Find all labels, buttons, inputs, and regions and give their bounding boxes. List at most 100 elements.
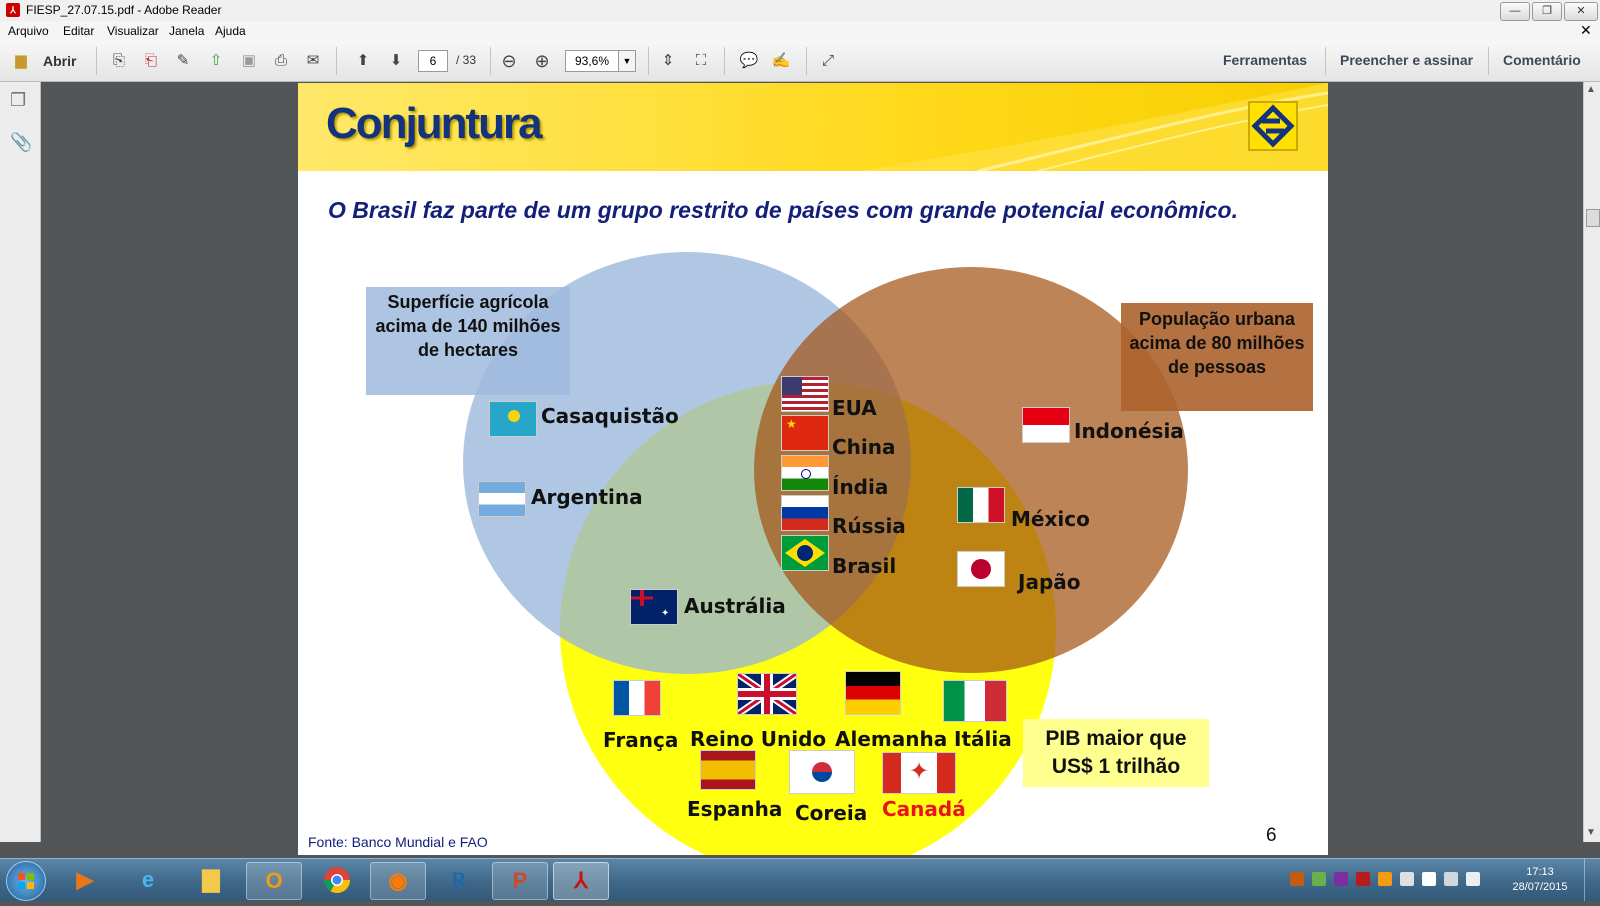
tray-outlook-icon[interactable] [1378, 872, 1392, 886]
full-screen-icon[interactable]: ⤢ [817, 50, 839, 72]
r-language-icon[interactable]: R [432, 862, 486, 898]
flag-germany-icon [846, 672, 900, 714]
fit-width-icon[interactable]: ⇕ [657, 50, 679, 72]
next-page-icon[interactable]: ⬇ [385, 50, 407, 72]
flag-kazakhstan-icon [490, 402, 536, 436]
tray-flag-icon[interactable] [1422, 872, 1436, 886]
country-italy: Itália [954, 727, 1012, 751]
show-desktop-button[interactable] [1584, 859, 1600, 901]
fill-sign-link[interactable]: Preencher e assinar [1340, 52, 1473, 68]
flag-usa-icon [782, 377, 828, 411]
flag-indonesia-icon [1023, 408, 1069, 442]
toolbar-separator [1488, 47, 1489, 75]
menu-janela[interactable]: Janela [169, 24, 204, 38]
firefox-icon[interactable]: ◉ [370, 862, 426, 900]
tray-network-icon[interactable] [1400, 872, 1414, 886]
flag-korea-icon [790, 751, 854, 793]
menu-bar: Arquivo Editar Visualizar Janela Ajuda ✕ [0, 21, 1600, 41]
maximize-button[interactable]: ❐ [1532, 2, 1562, 21]
zoom-dropdown-icon[interactable]: ▼ [618, 50, 636, 72]
outlook-icon[interactable]: O [246, 862, 302, 900]
flag-japan-icon [958, 552, 1004, 586]
attachments-icon[interactable]: 📎 [10, 132, 32, 153]
adobe-reader-taskbar-icon[interactable]: ⅄ [553, 862, 609, 900]
slide-page-number: 6 [1266, 825, 1277, 846]
windows-taskbar: ▶ e ▇ O ◉ R P ⅄ 17:13 28/07/2015 [0, 858, 1600, 901]
start-button-icon[interactable] [6, 861, 46, 901]
tools-link[interactable]: Ferramentas [1223, 52, 1307, 68]
internet-explorer-icon[interactable]: e [121, 862, 175, 898]
open-button[interactable]: Abrir [43, 53, 76, 69]
slide-subtitle: O Brasil faz parte de um grupo restrito … [328, 197, 1238, 223]
flag-china-icon: ★ [782, 416, 828, 450]
menu-arquivo[interactable]: Arquivo [8, 24, 49, 38]
flag-australia-icon: ✦ [631, 590, 677, 624]
chrome-icon[interactable] [310, 862, 364, 898]
flag-france-icon [614, 681, 660, 715]
banco-do-brasil-logo-icon [1248, 101, 1298, 151]
file-explorer-icon[interactable]: ▇ [184, 862, 238, 898]
tray-update-icon[interactable] [1312, 872, 1326, 886]
page-thumbnails-icon[interactable]: ❐ [10, 90, 26, 111]
close-document-icon[interactable]: ✕ [1580, 22, 1592, 39]
slide-title: Conjuntura [326, 99, 543, 148]
powerpoint-icon[interactable]: P [492, 862, 548, 900]
menu-ajuda[interactable]: Ajuda [215, 24, 246, 38]
toolbar-separator [1325, 47, 1326, 75]
country-australia: Austrália [684, 594, 786, 618]
country-indonesia: Indonésia [1074, 419, 1184, 443]
agricultural-label: Superfície agrícola acima de 140 milhões… [366, 287, 570, 395]
country-china: China [832, 435, 896, 459]
save-icon[interactable]: ▣ [238, 50, 260, 72]
tray-adobe-icon[interactable] [1356, 872, 1370, 886]
flag-russia-icon [782, 496, 828, 530]
open-folder-icon[interactable]: ▆ [10, 50, 32, 72]
comment-link[interactable]: Comentário [1503, 52, 1581, 68]
scroll-up-icon[interactable]: ▲ [1586, 84, 1596, 95]
tray-speaker-app-icon[interactable] [1290, 872, 1304, 886]
vertical-scrollbar[interactable]: ▲ ▼ [1583, 82, 1600, 842]
toolbar-separator [806, 47, 807, 75]
close-button[interactable]: ✕ [1564, 2, 1598, 21]
country-kazakhstan: Casaquistão [541, 404, 679, 428]
media-player-icon[interactable]: ▶ [58, 862, 112, 898]
flag-mexico-icon [958, 488, 1004, 522]
email-icon[interactable]: ✉ [302, 50, 324, 72]
scroll-down-icon[interactable]: ▼ [1586, 827, 1596, 838]
zoom-level-input[interactable]: 93,6% [565, 50, 619, 72]
previous-page-icon[interactable]: ⬆ [352, 50, 374, 72]
menu-visualizar[interactable]: Visualizar [107, 24, 159, 38]
clock-time: 17:13 [1526, 866, 1554, 878]
fit-page-icon[interactable]: ⛶ [690, 50, 712, 72]
page-number-input[interactable]: 6 [418, 50, 448, 72]
system-clock[interactable]: 17:13 28/07/2015 [1508, 865, 1572, 895]
zoom-in-icon[interactable]: ⊕ [531, 50, 553, 72]
country-uk: Reino Unido [690, 727, 827, 751]
urban-population-label: População urbana acima de 80 milhões de … [1121, 303, 1313, 411]
print-icon[interactable]: ⎙ [270, 50, 292, 72]
export-pdf-icon[interactable]: ⎗ [140, 50, 162, 72]
window-title-bar: ⅄ FIESP_27.07.15.pdf - Adobe Reader — ❐ … [0, 0, 1600, 22]
country-argentina: Argentina [531, 485, 643, 509]
tray-display-icon[interactable] [1444, 872, 1458, 886]
tray-volume-icon[interactable] [1466, 872, 1480, 886]
flag-argentina-icon [479, 482, 525, 516]
toolbar-separator [336, 47, 337, 75]
highlight-icon[interactable]: ✍ [770, 50, 792, 72]
edit-icon[interactable]: ✎ [172, 50, 194, 72]
scroll-thumb[interactable] [1586, 209, 1600, 227]
minimize-button[interactable]: — [1500, 2, 1530, 21]
pdf-page: Conjuntura O Brasil faz parte de um grup… [298, 83, 1328, 855]
gdp-label: PIB maior que US$ 1 trilhão [1023, 719, 1209, 787]
create-pdf-icon[interactable]: ⎘ [108, 50, 130, 72]
menu-editar[interactable]: Editar [63, 24, 94, 38]
toolbar-separator [96, 47, 97, 75]
tray-onenote-icon[interactable] [1334, 872, 1348, 886]
toolbar-separator [724, 47, 725, 75]
clock-date: 28/07/2015 [1512, 881, 1568, 893]
upload-icon[interactable]: ⇧ [205, 50, 227, 72]
comment-icon[interactable]: 💬 [738, 50, 760, 72]
country-india: Índia [832, 475, 889, 499]
toolbar-separator [490, 47, 491, 75]
zoom-out-icon[interactable]: ⊖ [498, 50, 520, 72]
